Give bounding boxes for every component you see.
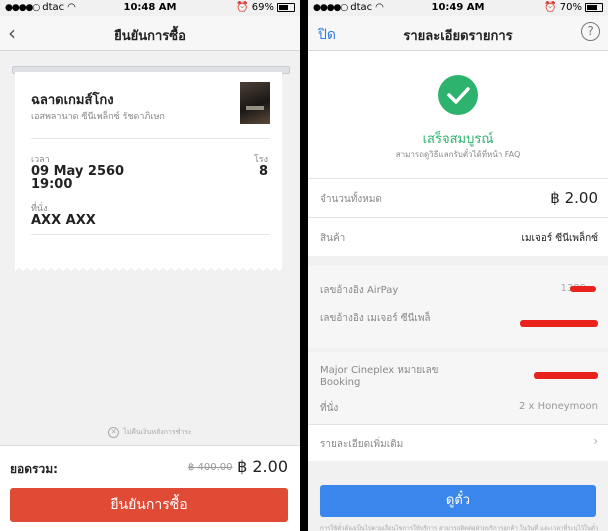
- reference-box: เลขอ้างอิง AirPay 1389 เลขอ้างอิง เมเจอร…: [308, 266, 608, 348]
- battery-percent: 70%: [559, 2, 582, 13]
- product-label: สินค้า: [320, 233, 346, 244]
- battery-icon: [277, 3, 295, 12]
- chevron-right-icon: ›: [593, 434, 598, 448]
- booking-label-2: Booking: [320, 377, 361, 388]
- more-details-label: รายละเอียดเพิ่มเติม: [320, 439, 404, 450]
- major-ref-label: เลขอ้างอิง เมเจอร์ ซีนีเพล็: [320, 313, 431, 324]
- purchase-confirm-screen: ●●●●○ dtac ◠ 10:48 AM ⏰ 69% ‹ ยืนยันการซื้อ…: [0, 0, 300, 531]
- amount-value: ฿ 2.00: [550, 189, 598, 207]
- airpay-ref-label: เลขอ้างอิง AirPay: [320, 285, 399, 296]
- no-refund-text: ไม่คืนเงินหลังการชำระ: [123, 428, 192, 436]
- seat-label: ที่นั่ง: [320, 403, 339, 414]
- divider: [31, 138, 270, 139]
- movie-title: ฉลาดเกมส์โกง: [31, 93, 114, 108]
- theater-number: 8: [258, 164, 268, 179]
- ticket-edge: [15, 266, 282, 272]
- booking-box: Major Cineplex หมายเลข Booking ที่นั่ง 2…: [308, 352, 608, 424]
- seat-value: AXX AXX: [31, 213, 96, 228]
- page-title: ยืนยันการซื้อ: [114, 29, 186, 44]
- seat-value: 2 x Honeymoon: [519, 401, 598, 412]
- movie-poster: [240, 82, 270, 124]
- alarm-icon: ⏰: [236, 2, 249, 13]
- view-ticket-button[interactable]: ดูตั๋ว: [320, 485, 596, 517]
- product-row: สินค้า เมเจอร์ ซีนีเพล็กซ์: [308, 218, 608, 256]
- nav-bar: ‹ ยืนยันการซื้อ: [0, 16, 300, 51]
- success-subtitle: สามารถดูวิธีแลกรับตั๋วได้ที่หน้า FAQ: [395, 150, 521, 159]
- amount-row: จำนวนทั้งหมด ฿ 2.00: [308, 179, 608, 217]
- status-bar: ●●●●○ dtac ◠ 10:48 AM ⏰ 69%: [0, 0, 300, 16]
- total-label: ยอดรวม:: [10, 462, 58, 476]
- footnote: การใช้ตั๋วต้องเป็นไปตามเงื่อนไขการให้บริ…: [320, 525, 599, 531]
- alarm-icon: ⏰: [544, 2, 557, 13]
- show-time: 19:00: [31, 177, 73, 192]
- checkout-panel: ยอดรวม: ฿ 400.00 ฿ 2.00 ยืนยันการซื้อ: [0, 445, 300, 531]
- product-value: เมเจอร์ ซีนีเพล็กซ์: [521, 233, 598, 244]
- success-panel: เสร็จสมบูรณ์ สามารถดูวิธีแลกรับตั๋วได้ที…: [308, 51, 608, 178]
- battery-icon: [585, 3, 603, 12]
- redaction-mark: [570, 286, 596, 292]
- redaction-mark: [534, 372, 598, 379]
- no-refund-note: ✕ ไม่คืนเงินหลังการชำระ: [0, 427, 300, 438]
- transaction-details-screen: ●●●●○ dtac ◠ 10:49 AM ⏰ 70% ปิด รายละเอียดร…: [308, 0, 608, 531]
- total-price: ฿ 2.00: [237, 457, 288, 476]
- help-icon[interactable]: ?: [581, 22, 600, 41]
- more-details-row[interactable]: รายละเอียดเพิ่มเติม ›: [308, 425, 608, 461]
- success-title: เสร็จสมบูรณ์: [422, 132, 494, 147]
- close-circle-icon: ✕: [108, 427, 120, 438]
- nav-bar: ปิด รายละเอียดรายการ ?: [308, 16, 608, 51]
- battery-percent: 69%: [251, 2, 274, 13]
- amount-label: จำนวนทั้งหมด: [320, 194, 382, 205]
- confirm-purchase-button[interactable]: ยืนยันการซื้อ: [10, 488, 288, 522]
- cinema-name: เอสพลานาด ซีนีเพล็กซ์ รัชดาภิเษก: [31, 112, 165, 122]
- check-icon: [438, 75, 478, 115]
- divider: [31, 234, 270, 235]
- page-title: รายละเอียดรายการ: [403, 29, 513, 44]
- booking-label: Major Cineplex หมายเลข: [320, 365, 439, 376]
- redaction-mark: [520, 320, 598, 327]
- ticket-card: ฉลาดเกมส์โกง เอสพลานาด ซีนีเพล็กซ์ รัชดา…: [15, 72, 282, 268]
- original-price: ฿ 400.00: [188, 462, 233, 473]
- status-bar: ●●●●○ dtac ◠ 10:49 AM ⏰ 70%: [308, 0, 608, 16]
